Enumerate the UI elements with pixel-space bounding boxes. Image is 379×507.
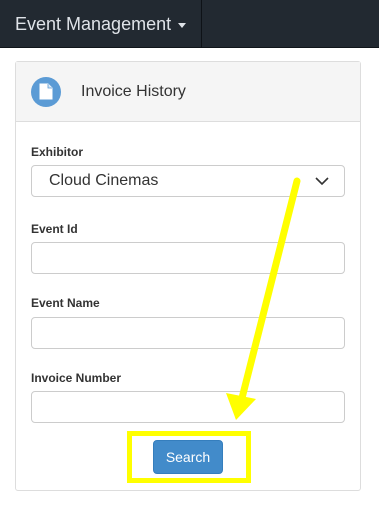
panel-title: Invoice History bbox=[81, 82, 186, 100]
event-id-input[interactable] bbox=[31, 242, 345, 274]
top-navbar: Event Management bbox=[0, 0, 379, 48]
caret-down-icon bbox=[178, 22, 187, 28]
invoice-number-group: Invoice Number bbox=[31, 371, 345, 423]
event-management-menu[interactable]: Event Management bbox=[0, 0, 202, 48]
exhibitor-select[interactable]: Cloud Cinemas bbox=[31, 165, 345, 197]
exhibitor-selected-value: Cloud Cinemas bbox=[49, 172, 159, 189]
chevron-down-icon bbox=[315, 177, 329, 186]
exhibitor-group: Exhibitor Cloud Cinemas bbox=[31, 145, 345, 197]
invoice-number-input[interactable] bbox=[31, 391, 345, 423]
exhibitor-label: Exhibitor bbox=[31, 145, 84, 159]
invoice-number-label: Invoice Number bbox=[31, 371, 122, 385]
document-icon bbox=[31, 76, 61, 107]
panel-heading: Invoice History bbox=[16, 62, 360, 122]
event-name-label: Event Name bbox=[31, 296, 100, 310]
event-name-input[interactable] bbox=[31, 317, 345, 349]
event-id-label: Event Id bbox=[31, 222, 78, 236]
event-name-group: Event Name bbox=[31, 296, 345, 349]
event-id-group: Event Id bbox=[31, 222, 345, 274]
event-management-menu-label: Event Management bbox=[15, 13, 172, 34]
invoice-history-panel: Invoice History Exhibitor Cloud Cinemas … bbox=[15, 61, 361, 491]
search-button[interactable]: Search bbox=[153, 440, 223, 474]
